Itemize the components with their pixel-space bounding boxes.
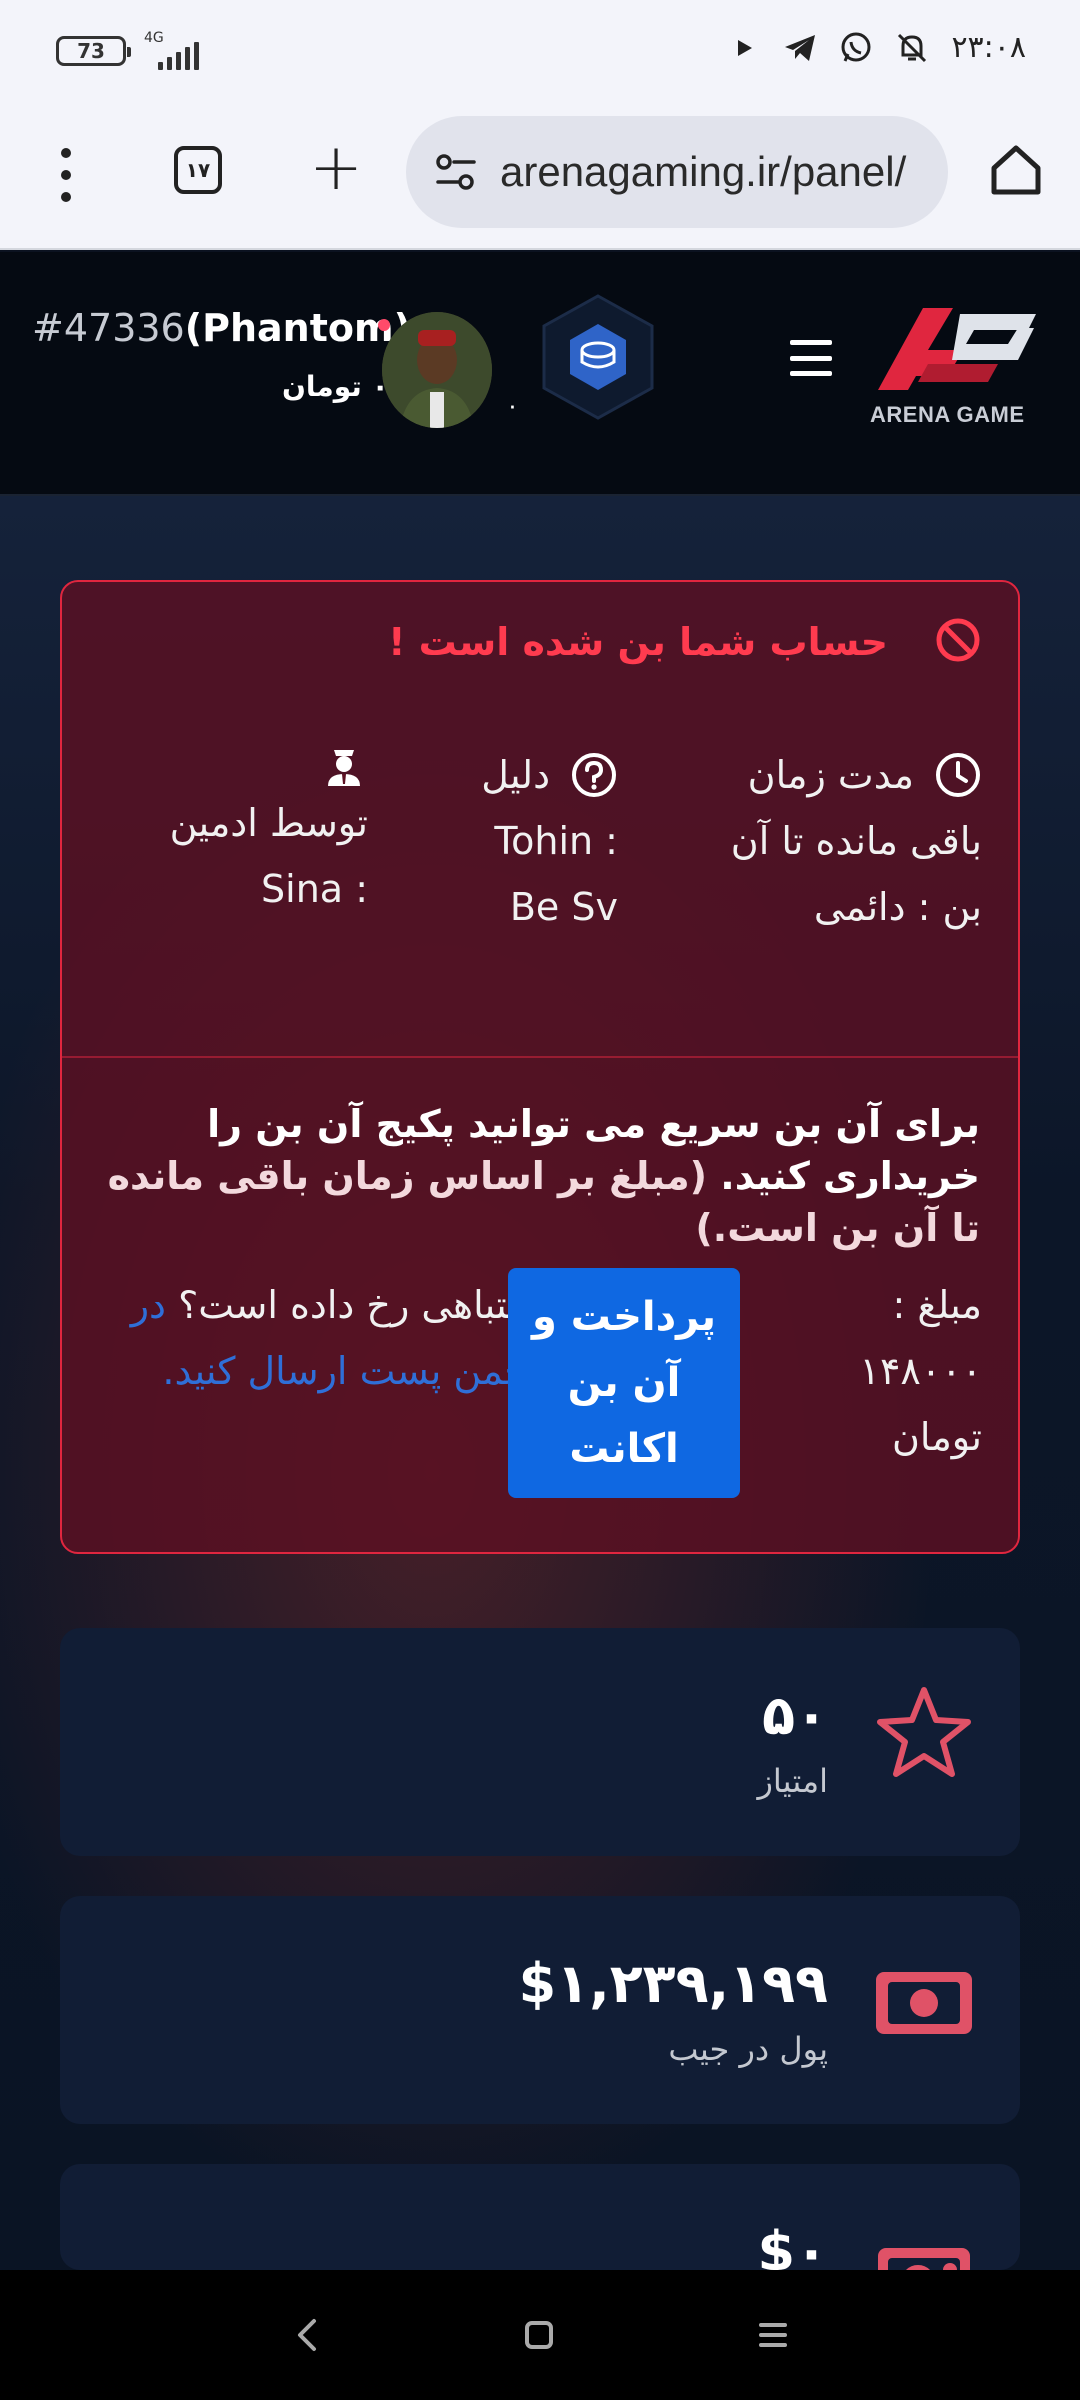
divider xyxy=(62,1056,1018,1058)
new-tab-icon[interactable]: + xyxy=(306,136,366,202)
points-value: ۵۰ xyxy=(762,1684,828,1747)
unban-note: برای آن بن سریع می توانید پکیج آن بن را … xyxy=(100,1098,980,1254)
bank-value: $۰ xyxy=(757,2220,828,2270)
home-icon[interactable] xyxy=(984,138,1048,202)
address-bar[interactable]: arenagaming.ir/panel/ xyxy=(406,116,948,228)
clock-icon xyxy=(934,751,982,799)
stat-card-cash: $۱,۲۳۹,۱۹۹ پول در جیب xyxy=(60,1896,1020,2124)
coin-badge-icon xyxy=(540,292,656,422)
ban-reason: دلیل Tohin : Be Sv xyxy=(448,742,618,940)
battery-level: 73 xyxy=(77,39,105,63)
status-bar: 73 4G ۲۳:۰۸ xyxy=(0,0,1080,100)
ban-duration: مدت زمان باقی مانده تا آن بن : دائمی xyxy=(692,742,982,940)
site-header: #47336(Phantom) ۰ تومان ۰ ARENA GAME xyxy=(0,252,1080,496)
ban-notice-card: حساب شما بن شده است ! مدت زمان باقی ماند… xyxy=(60,580,1020,1554)
user-nickname: (Phantom) xyxy=(184,306,411,350)
system-navigation-bar xyxy=(0,2270,1080,2400)
points-label: امتیاز xyxy=(757,1762,828,1800)
back-icon[interactable] xyxy=(280,2308,334,2362)
cash-value: $۱,۲۳۹,۱۹۹ xyxy=(518,1952,828,2015)
mistake-text: اشتباهی رخ داده است؟ در انجمن پست ارسال … xyxy=(110,1272,550,1404)
logo-text: ARENA GAME xyxy=(870,402,1025,427)
clock: ۲۳:۰۸ xyxy=(951,30,1026,65)
ban-admin: توسط ادمین : Sina xyxy=(168,742,368,922)
url-text: arenagaming.ir/panel/ xyxy=(500,148,907,195)
question-icon xyxy=(570,751,618,799)
coin-count: ۰ xyxy=(506,392,519,420)
admin-value: توسط ادمین : Sina xyxy=(169,801,368,911)
telegram-icon xyxy=(783,31,817,65)
mistake-question: اشتباهی رخ داده است؟ xyxy=(178,1283,550,1327)
mute-notifications-icon xyxy=(895,31,929,65)
user-balance: ۰ تومان xyxy=(282,370,389,403)
browser-menu-icon[interactable] xyxy=(46,142,86,208)
bank-icon xyxy=(872,2218,976,2270)
pay-unban-button[interactable]: پرداخت و آن بن اکانت xyxy=(508,1268,740,1498)
unban-amount: مبلغ : ۱۴۸۰۰۰ تومان xyxy=(859,1283,982,1459)
duration-value: باقی مانده تا آن بن : دائمی xyxy=(730,819,982,929)
recents-icon[interactable] xyxy=(746,2308,800,2362)
status-right: ۲۳:۰۸ xyxy=(727,30,1026,65)
signal-icon: 4G xyxy=(140,30,210,70)
tabs-button[interactable]: ۱۷ xyxy=(174,146,222,194)
ban-title: حساب شما بن شده است ! xyxy=(388,620,888,664)
reason-header: دلیل xyxy=(481,753,550,797)
browser-toolbar: ۱۷ + arenagaming.ir/panel/ xyxy=(0,100,1080,250)
reason-value: Tohin : Be Sv xyxy=(494,819,618,929)
tab-count: ۱۷ xyxy=(185,158,211,182)
user-name[interactable]: #47336(Phantom) xyxy=(32,306,411,350)
duration-header: مدت زمان xyxy=(747,753,914,797)
ban-icon xyxy=(934,616,982,664)
star-icon xyxy=(872,1682,976,1786)
online-status-dot xyxy=(378,319,390,331)
site-settings-icon[interactable] xyxy=(426,142,486,202)
stat-card-bank: $۰ xyxy=(60,2164,1020,2270)
user-id: #47336 xyxy=(32,306,185,350)
battery-indicator: 73 xyxy=(56,36,131,66)
admin-icon xyxy=(320,742,368,790)
home-button-icon[interactable] xyxy=(512,2308,566,2362)
whatsapp-icon xyxy=(839,31,873,65)
avatar[interactable] xyxy=(382,312,492,428)
cash-icon xyxy=(872,1950,976,2054)
play-icon xyxy=(727,31,761,65)
cash-label: پول در جیب xyxy=(668,2030,828,2068)
stat-card-points: ۵۰ امتیاز xyxy=(60,1628,1020,1856)
menu-toggle-icon[interactable] xyxy=(790,340,832,376)
